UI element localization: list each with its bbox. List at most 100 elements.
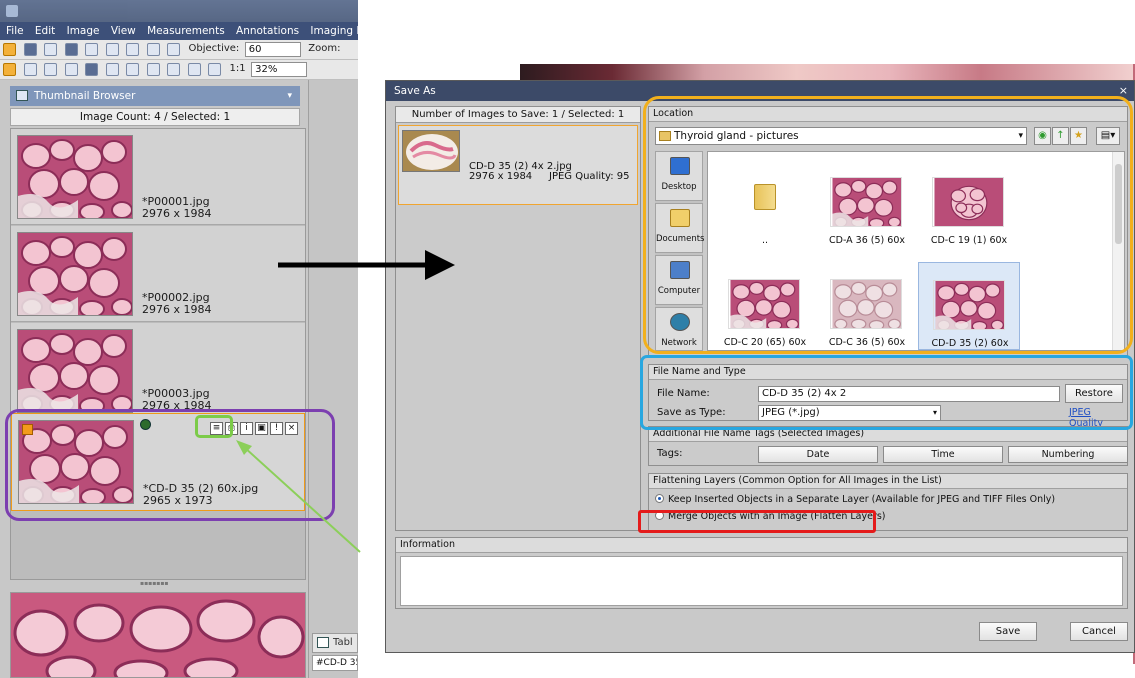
visibility-icon[interactable]: [140, 419, 151, 430]
save-button[interactable]: Save: [979, 622, 1037, 641]
app-icon: [6, 5, 18, 17]
properties-icon[interactable]: ≡: [210, 422, 223, 435]
file-name-input[interactable]: CD-D 35 (2) 4x 2: [758, 386, 1060, 402]
thumbnail-item-selected[interactable]: ≡ ⎙ i ▣! × *CD-D 35 (2) 60x.jpg 2965 x 1973: [11, 413, 305, 511]
single-view-icon[interactable]: [3, 63, 16, 76]
pin-icon[interactable]: ▾: [287, 86, 292, 106]
save-icon[interactable]: [23, 43, 37, 56]
objective-label: Objective:: [188, 43, 240, 54]
new-folder-icon[interactable]: ★: [1070, 127, 1087, 145]
zoom-in-icon[interactable]: [167, 63, 180, 76]
file-item-selected[interactable]: CD-D 35 (2) 60x: [918, 262, 1020, 350]
view-menu-icon[interactable]: ▤▾: [1096, 127, 1120, 145]
place-documents[interactable]: Documents: [655, 203, 704, 253]
image-count-bar: Image Count: 4 / Selected: 1: [10, 108, 300, 126]
menu-image[interactable]: Image: [67, 25, 100, 37]
information-group: Information: [395, 537, 1128, 609]
file-item[interactable]: CD-A 36 (5) 60x: [816, 172, 918, 262]
thumbnail-item[interactable]: *P00002.jpg 2976 x 1984: [11, 226, 305, 322]
place-computer[interactable]: Computer: [655, 255, 703, 305]
file-item-parent-folder[interactable]: ..: [714, 172, 816, 262]
paste-icon[interactable]: [146, 43, 160, 56]
time-tag-button[interactable]: Time: [883, 446, 1003, 463]
zoom-select[interactable]: 32%: [251, 62, 308, 77]
menu-imaging-devices[interactable]: Imaging Devices: [310, 25, 358, 37]
selection-checkbox[interactable]: [22, 424, 33, 435]
grid-view-icon[interactable]: [44, 63, 57, 76]
copy-icon[interactable]: [126, 43, 139, 56]
close-icon[interactable]: ×: [1119, 81, 1128, 101]
scrollbar-thumb[interactable]: [1115, 164, 1122, 244]
file-thumbnail: [932, 177, 1004, 227]
background-image-strip: [520, 64, 1135, 80]
file-item[interactable]: CD-C 20 (65) 60x: [714, 274, 816, 350]
image-to-save-item[interactable]: CD-D 35 (2) 4x 2.jpg 2976 x 1984 JPEG Qu…: [398, 125, 638, 205]
file-item[interactable]: CD-C 36 (5) 60x: [816, 274, 918, 350]
keep-layer-option[interactable]: Keep Inserted Objects in a Separate Laye…: [655, 494, 1055, 505]
menu-bar: File Edit Image View Measurements Annota…: [0, 22, 358, 40]
images-to-save-panel: Number of Images to Save: 1 / Selected: …: [395, 106, 641, 531]
menu-edit[interactable]: Edit: [35, 25, 55, 37]
ratio-label[interactable]: 1:1: [230, 63, 246, 74]
split-view-icon[interactable]: [23, 63, 37, 76]
thumbnail-list[interactable]: *P00001.jpg 2976 x 1984 *P00002.jpg 2976…: [10, 128, 306, 580]
timer-icon[interactable]: [126, 63, 139, 76]
redo-icon[interactable]: [105, 43, 119, 56]
vertical-scrollbar[interactable]: [1112, 152, 1124, 350]
up-folder-icon[interactable]: ↑: [1052, 127, 1069, 145]
crop-icon[interactable]: [167, 43, 180, 56]
place-desktop[interactable]: Desktop: [655, 151, 703, 201]
back-icon[interactable]: ◉: [1034, 127, 1051, 145]
menu-file[interactable]: File: [6, 25, 24, 37]
chevron-down-icon[interactable]: ▾: [1018, 128, 1023, 144]
date-tag-button[interactable]: Date: [758, 446, 878, 463]
layers-icon[interactable]: [85, 63, 98, 76]
table-tab[interactable]: Tabl: [312, 633, 358, 653]
thumbnail-item[interactable]: *P00001.jpg 2976 x 1984: [11, 129, 305, 225]
menu-view[interactable]: View: [111, 25, 136, 37]
place-label: Desktop: [661, 182, 697, 192]
open-icon[interactable]: [3, 43, 16, 56]
print-icon[interactable]: ⎙: [225, 422, 238, 435]
thumbnail-toolbar: ≡ ⎙ i ▣! ×: [210, 422, 300, 436]
file-item[interactable]: CD-C 19 (1) 60x: [918, 172, 1020, 262]
close-icon[interactable]: ×: [285, 422, 298, 435]
thumbnail-browser-header: Thumbnail Browser ▾: [10, 86, 300, 106]
menu-annotations[interactable]: Annotations: [236, 25, 299, 37]
info-icon[interactable]: [64, 43, 78, 56]
chevron-down-icon[interactable]: ▾: [933, 406, 937, 420]
thumbnail-item[interactable]: *P00003.jpg 2976 x 1984: [11, 323, 305, 419]
image-preview: [10, 592, 306, 678]
file-name-type-group: File Name and Type File Name: CD-D 35 (2…: [648, 364, 1128, 429]
menu-measurements[interactable]: Measurements: [147, 25, 225, 37]
channels-icon[interactable]: [64, 63, 78, 76]
cancel-button[interactable]: Cancel: [1070, 622, 1128, 641]
alert-icon[interactable]: !: [270, 422, 283, 435]
undo-icon[interactable]: [85, 43, 98, 56]
place-network[interactable]: Network: [655, 307, 703, 351]
save-as-type-select[interactable]: JPEG (*.jpg) ▾: [758, 405, 941, 421]
z-stack-icon[interactable]: [146, 63, 160, 76]
place-label: Computer: [657, 286, 701, 296]
objective-select[interactable]: 60: [244, 42, 301, 57]
information-title: Information: [396, 538, 1127, 553]
thumbnail-image: [17, 329, 133, 413]
restore-button[interactable]: Restore: [1065, 384, 1123, 403]
zoom-out-icon[interactable]: [187, 63, 201, 76]
zoom-fit-icon[interactable]: [208, 63, 221, 76]
eye-toggle-icon[interactable]: [105, 63, 119, 76]
keep-layer-radio[interactable]: [655, 494, 664, 503]
table-cell[interactable]: #CD-D 35: [312, 655, 358, 671]
numbering-tag-button[interactable]: Numbering: [1008, 446, 1128, 463]
folder-select[interactable]: Thyroid gland - pictures ▾: [655, 127, 1027, 145]
merge-objects-radio[interactable]: [655, 511, 664, 520]
thumbnail-image: [18, 420, 134, 504]
file-browser[interactable]: .. CD-A 36 (5) 60x CD-C 19 (1) 60x CD-C …: [707, 151, 1125, 351]
dialog-title: Save As: [394, 85, 436, 97]
print-icon[interactable]: [44, 43, 57, 56]
documents-icon: [670, 209, 690, 227]
save-icon[interactable]: ▣: [255, 422, 268, 435]
info-icon[interactable]: i: [240, 422, 253, 435]
merge-objects-option[interactable]: Merge Objects with an Image (Flatten Lay…: [655, 511, 886, 522]
splitter-grip[interactable]: ▪▪▪▪▪▪▪: [140, 580, 168, 587]
